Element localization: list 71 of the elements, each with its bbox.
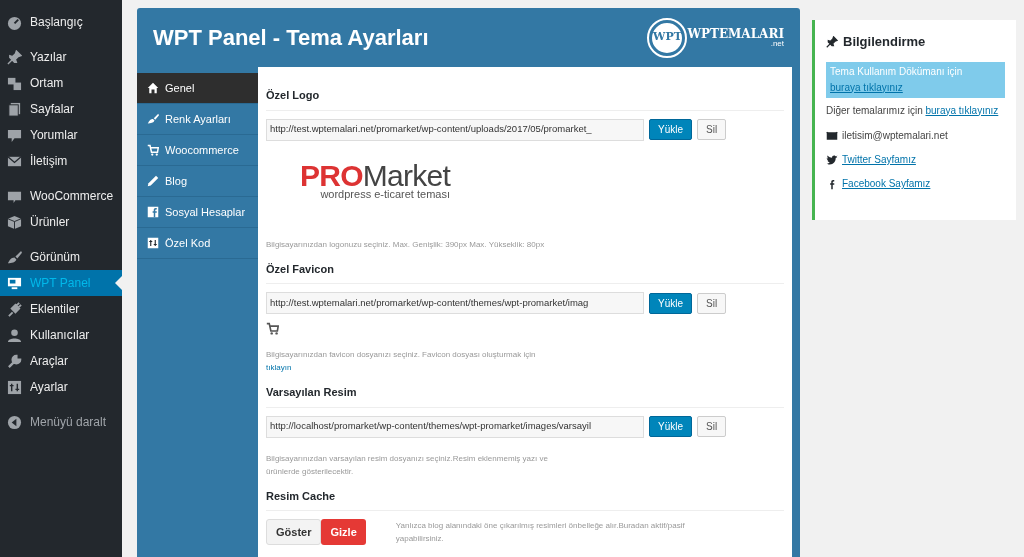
menu-item[interactable]: Başlangıç <box>0 9 122 35</box>
pencil-icon <box>147 175 159 187</box>
remove-button[interactable]: Sil <box>697 292 727 314</box>
cart-icon <box>266 322 279 335</box>
menu-item[interactable]: WooCommerce <box>0 183 122 209</box>
media-icon <box>7 75 22 91</box>
url-field[interactable]: http://test.wptemalari.net/promarket/wp-content/uploads/2017/05/promarket_ <box>266 118 644 141</box>
info-text: Diğer temalarımız için buraya tıklayınız <box>826 103 1000 118</box>
menu-item[interactable]: Ortam <box>0 70 122 96</box>
help-link[interactable]: tıklayın <box>266 361 292 374</box>
pushpin-icon <box>7 49 22 65</box>
collapse-icon <box>7 414 22 430</box>
logo-badge: WPT <box>649 19 686 56</box>
bird-icon <box>826 153 838 166</box>
facebook-icon <box>147 206 159 218</box>
upload-button[interactable]: Yükle <box>649 292 692 314</box>
paintbrush-icon <box>147 113 159 125</box>
plug-icon <box>7 301 22 317</box>
toggle-option[interactable]: Göster <box>266 519 322 545</box>
section-heading: Özel Favicon <box>266 260 784 284</box>
notice-text: Tema Kullanım Dökümanı için buraya tıklayınız <box>826 61 1005 98</box>
settings-tab[interactable]: Genel <box>137 73 258 104</box>
menu-item[interactable]: Ürünler <box>0 209 122 235</box>
url-field[interactable]: http://test.wptemalari.net/promarket/wp-content/themes/wpt-promarket/imag <box>266 292 644 314</box>
remove-button[interactable]: Sil <box>697 416 727 437</box>
cart-icon <box>147 144 159 156</box>
upload-button[interactable]: Yükle <box>649 416 692 437</box>
speech-bubble-icon <box>7 127 22 143</box>
pages-icon <box>7 101 22 117</box>
menu-item[interactable]: Yazılar <box>0 44 122 70</box>
menu-item[interactable]: Sayfalar <box>0 96 122 122</box>
section-heading: Resim Cache <box>266 487 784 511</box>
info-title: Bilgilendirme <box>843 33 926 51</box>
wrench-icon <box>7 353 22 369</box>
upload-button[interactable]: Yükle <box>649 119 692 140</box>
gauge-icon <box>7 14 22 30</box>
menu-item[interactable]: Araçlar <box>0 348 122 374</box>
user-icon <box>7 327 22 343</box>
sliders-icon <box>7 379 22 395</box>
menu-item[interactable]: Kullanıcılar <box>0 322 122 348</box>
menu-item[interactable]: Menüyü daralt <box>0 409 122 435</box>
pushpin-icon <box>826 35 838 48</box>
menu-item[interactable]: İletişim <box>0 148 122 174</box>
contact-email: iletisim@wptemalari.net <box>842 129 948 143</box>
brand-name: WPTEMALARI <box>687 27 784 40</box>
help-text: Bilgisayarınızdan varsayılan resim dosyanızı seçiniz.Resim eklenmemiş yazı ve ürünlerde gösterilecektir. <box>266 452 549 478</box>
help-text: Bilgisayarınızdan logonuzu seçiniz. Max. Genişlik: 390px Max. Yükseklik: 80px <box>266 238 546 251</box>
help-text: Bilgisayarınızdan favicon dosyanızı seçiniz. Favicon dosyası oluşturmak için <box>266 349 537 361</box>
menu-pointer-icon <box>115 276 122 290</box>
themes-link[interactable]: buraya tıklayınız <box>925 104 999 116</box>
sliders-icon <box>147 237 159 249</box>
remove-button[interactable]: Sil <box>697 119 727 140</box>
paintbrush-icon <box>7 249 22 265</box>
section-heading: Özel Logo <box>266 87 784 111</box>
menu-item[interactable]: Ayarlar <box>0 374 122 400</box>
box-icon <box>7 214 22 230</box>
social-link[interactable]: Twitter Sayfamız <box>842 152 916 167</box>
home-icon <box>147 82 159 94</box>
menu-item[interactable]: Yorumlar <box>0 122 122 148</box>
logo-tagline: wordpress e-ticaret teması <box>320 188 450 200</box>
menu-item[interactable]: Görünüm <box>0 244 122 270</box>
help-text: Yanlızca blog alanındaki öne çıkarılmış resimleri önbelleğe alır.Buradan aktif/pasif yapabilirsiniz. <box>395 520 686 545</box>
logo-wordmark: PROMarket <box>300 160 450 191</box>
section-heading: Varsayılan Resim <box>266 384 784 408</box>
toggle-option[interactable]: Gizle <box>321 519 366 545</box>
social-link[interactable]: Facebook Sayfamız <box>842 176 931 191</box>
monitor-icon <box>7 275 22 291</box>
menu-item[interactable]: Eklentiler <box>0 296 122 322</box>
brand-suffix: .net <box>770 39 784 48</box>
url-field[interactable]: http://localhost/promarket/wp-content/themes/wpt-promarket/images/varsayil <box>266 415 644 438</box>
panel-title: WPT Panel - Tema Ayarları <box>153 24 429 52</box>
